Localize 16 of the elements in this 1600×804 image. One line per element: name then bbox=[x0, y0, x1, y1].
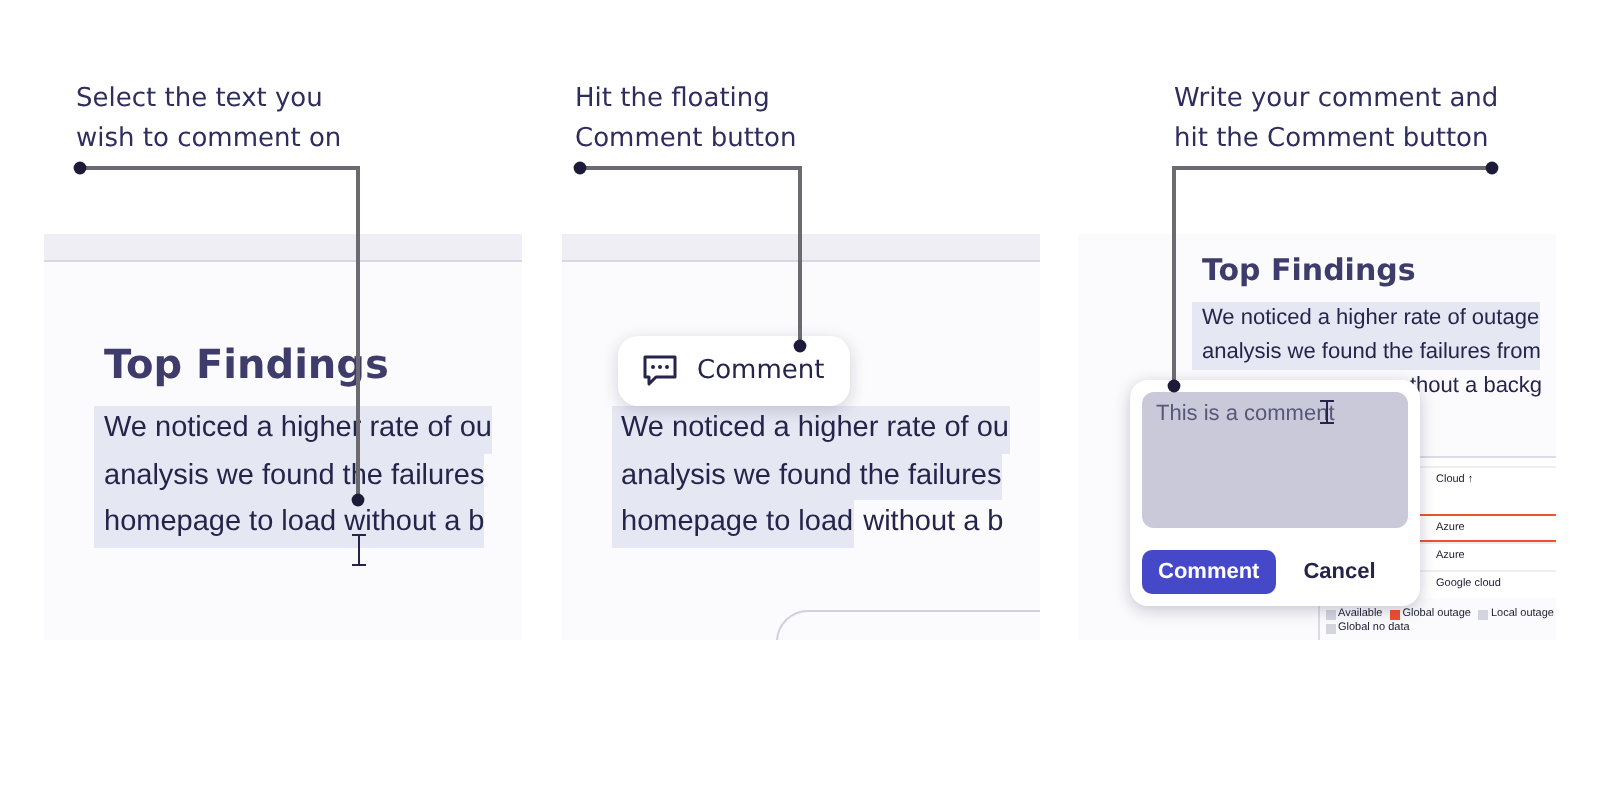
comment-button[interactable]: Comment bbox=[1142, 550, 1276, 594]
section-heading: Top Findings bbox=[1202, 250, 1418, 290]
text-cursor-icon bbox=[352, 534, 366, 566]
selected-text: analysis we found the failures bbox=[611, 453, 1002, 500]
selected-text: We noticed a higher rate of ou bbox=[611, 406, 1009, 453]
selected-text: homepage to load without a b bbox=[94, 500, 485, 547]
chat-bubble-icon bbox=[641, 354, 677, 388]
step-caption: Select the text you wish to comment on bbox=[76, 82, 342, 158]
cancel-button[interactable]: Cancel bbox=[1287, 550, 1392, 594]
selected-text: homepage to load bbox=[611, 500, 854, 547]
paragraph-line: without a b bbox=[861, 504, 1004, 542]
selected-text: We noticed a higher rate of outage bbox=[1192, 302, 1540, 336]
step-caption: Write your comment and hit the Comment button bbox=[1174, 82, 1499, 158]
step-caption: Hit the floating Comment button bbox=[575, 82, 797, 158]
selected-text: analysis we found the failures from bbox=[1192, 336, 1541, 370]
comment-button[interactable]: Comment bbox=[617, 336, 849, 406]
